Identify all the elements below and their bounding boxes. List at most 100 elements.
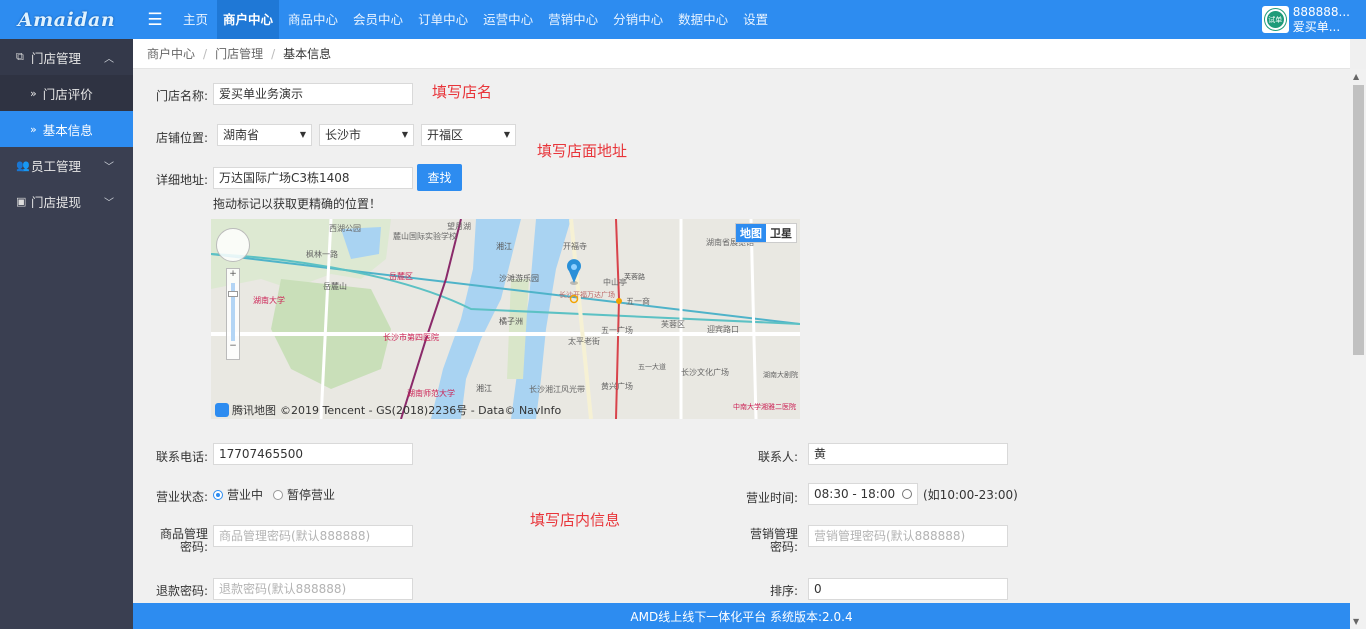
- market-pwd-input[interactable]: 营销管理密码(默认888888): [808, 525, 1008, 547]
- hamburger-icon[interactable]: ☰: [133, 0, 177, 39]
- sidebar-item-label: 基本信息: [42, 122, 93, 138]
- zoom-slider-handle[interactable]: [228, 291, 238, 297]
- phone-input[interactable]: 17707465500: [213, 443, 413, 465]
- city-value: 长沙市: [325, 128, 362, 142]
- nav-item-settings[interactable]: 设置: [737, 0, 774, 39]
- sidebar-item-store-review[interactable]: » 门店评价: [0, 75, 133, 111]
- cash-icon: ▣: [16, 194, 27, 208]
- map-label-huangxing-square: 黄兴广场: [601, 381, 633, 391]
- map-canvas[interactable]: 西湖公园 麓山国际实验学校 湘江 望月湖 枫林一路 岳麓区 湖南大学 岳麓山 湘…: [211, 219, 800, 419]
- nav-item-home[interactable]: 主页: [177, 0, 214, 39]
- avatar-badge: 试单: [1264, 9, 1286, 30]
- map-label-juzizhou: 橘子洲: [499, 316, 523, 326]
- page-scrollbar[interactable]: ▲ ▼: [1350, 69, 1366, 629]
- address-label: 详细地址:: [155, 173, 208, 187]
- map-label-hunan-normal-univ: 湖南师范大学: [407, 388, 455, 398]
- contact-label: 联系人:: [757, 450, 798, 464]
- sidebar-group-store[interactable]: ⧉ 门店管理 ︿: [0, 39, 133, 75]
- phone-label: 联系电话:: [155, 450, 208, 464]
- breadcrumb-separator: /: [203, 46, 208, 61]
- status-open-radio[interactable]: 营业中: [213, 486, 263, 503]
- breadcrumb-merchant[interactable]: 商户中心: [147, 45, 195, 62]
- status-open-label: 营业中: [227, 488, 264, 502]
- store-icon: ⧉: [16, 50, 24, 63]
- scroll-up-icon[interactable]: ▲: [1353, 72, 1359, 81]
- sidebar-item-label: 门店评价: [42, 86, 93, 102]
- sidebar-item-basic-info[interactable]: » 基本信息: [0, 111, 133, 147]
- sort-input[interactable]: 0: [808, 578, 1008, 600]
- goods-pwd-label: 商品管理 密码:: [133, 528, 208, 554]
- clock-icon[interactable]: [902, 489, 912, 499]
- zoom-slider-track[interactable]: [228, 283, 238, 341]
- search-button[interactable]: 查找: [417, 164, 462, 191]
- nav-item-marketing[interactable]: 营销中心: [542, 0, 604, 39]
- chevron-down-icon: ﹀: [104, 198, 114, 209]
- refund-pwd-label: 退款密码:: [155, 584, 208, 598]
- contact-input[interactable]: 黄: [808, 443, 1008, 465]
- map-label-xiangjiang-north: 湘江: [496, 241, 512, 251]
- breadcrumb-store[interactable]: 门店管理: [215, 45, 263, 62]
- nav-item-orders[interactable]: 订单中心: [412, 0, 474, 39]
- nav-item-data[interactable]: 数据中心: [672, 0, 734, 39]
- footer: AMD线上线下一体化平台 系统版本:2.0.4: [133, 603, 1350, 629]
- map-type-toggle[interactable]: 地图 卫星: [735, 223, 797, 243]
- nav-item-distribution[interactable]: 分销中心: [607, 0, 669, 39]
- address-input[interactable]: 万达国际广场C3栋1408: [213, 167, 413, 189]
- map-zoom-control[interactable]: + −: [226, 268, 240, 360]
- map-label-furong-road: 芙蓉路: [624, 272, 645, 281]
- user-id: 888888...: [1292, 4, 1350, 19]
- nav-item-operations[interactable]: 运营中心: [477, 0, 539, 39]
- tencent-map-logo-icon: [215, 403, 229, 417]
- users-icon: 👥: [16, 158, 30, 172]
- map-tab-satellite[interactable]: 卫星: [766, 224, 796, 242]
- province-select[interactable]: 湖南省 ▼: [217, 124, 312, 146]
- sort-label: 排序:: [769, 584, 798, 598]
- map-label-xiangya-hospital: 中南大学湘雅二医院: [733, 402, 796, 411]
- district-select[interactable]: 开福区 ▼: [421, 124, 516, 146]
- user-name: 爱买单...: [1292, 19, 1341, 34]
- map-tab-map[interactable]: 地图: [736, 224, 766, 242]
- map-label-yingbin-road: 迎宾路口: [707, 324, 739, 334]
- nav-item-goods[interactable]: 商品中心: [282, 0, 344, 39]
- map-label-furong-district: 芙蓉区: [661, 319, 685, 329]
- hours-label: 营业时间:: [745, 491, 798, 505]
- nav-item-members[interactable]: 会员中心: [347, 0, 409, 39]
- map-label-lushan-school: 麓山国际实验学校: [393, 231, 457, 241]
- breadcrumb-separator: /: [271, 46, 276, 61]
- caret-down-icon: ▼: [299, 130, 306, 139]
- map-label-zhongshan-pavilion: 中山亭: [603, 277, 627, 287]
- map-label-beach-park: 沙滩游乐园: [499, 273, 539, 283]
- map-label-wanda-plaza: 长沙开福万达广场: [559, 290, 615, 299]
- map-label-wuyi-shopping: 五一商: [626, 296, 650, 306]
- store-name-input[interactable]: 爱买单业务演示: [213, 83, 413, 105]
- status-label: 营业状态:: [155, 490, 208, 504]
- user-menu[interactable]: 试单 888888... 爱买单...: [1261, 0, 1366, 39]
- city-select[interactable]: 长沙市 ▼: [319, 124, 414, 146]
- status-closed-radio[interactable]: 暂停营业: [273, 486, 335, 503]
- breadcrumb: 商户中心 / 门店管理 / 基本信息: [133, 39, 1350, 69]
- scroll-down-icon[interactable]: ▼: [1353, 617, 1359, 626]
- map-label-culture-square: 长沙文化广场: [681, 367, 729, 377]
- note-store-name: 填写店名: [432, 83, 493, 101]
- zoom-out-icon[interactable]: −: [227, 341, 239, 351]
- app-logo[interactable]: Amaidan: [0, 0, 133, 39]
- map-label-kaifu-temple: 开福寺: [563, 242, 587, 251]
- map-pan-control[interactable]: [216, 228, 250, 262]
- goods-pwd-label-line2: 密码:: [179, 540, 208, 554]
- scrollbar-thumb[interactable]: [1353, 85, 1364, 355]
- store-name-label: 门店名称:: [155, 89, 208, 103]
- note-address: 填写店面地址: [537, 142, 628, 160]
- sidebar-group-withdraw[interactable]: ▣ 门店提现 ﹀: [0, 183, 133, 219]
- nav-item-merchant[interactable]: 商户中心: [217, 0, 280, 39]
- avatar[interactable]: 试单: [1261, 6, 1289, 33]
- map-label-fenglin-road: 枫林一路: [306, 249, 338, 259]
- map-brand: 腾讯地图: [232, 404, 276, 417]
- hours-hint: (如10:00-23:00): [923, 488, 1018, 502]
- map-view[interactable]: 西湖公园 麓山国际实验学校 湘江 望月湖 枫林一路 岳麓区 湖南大学 岳麓山 湘…: [211, 219, 800, 419]
- sidebar-group-label: 门店提现: [31, 194, 82, 210]
- zoom-in-icon[interactable]: +: [227, 269, 239, 279]
- goods-pwd-input[interactable]: 商品管理密码(默认888888): [213, 525, 413, 547]
- hours-input[interactable]: 08:30 - 18:00: [808, 483, 918, 505]
- refund-pwd-input[interactable]: 退款密码(默认888888): [213, 578, 413, 600]
- sidebar-group-staff[interactable]: 👥 员工管理 ﹀: [0, 147, 133, 183]
